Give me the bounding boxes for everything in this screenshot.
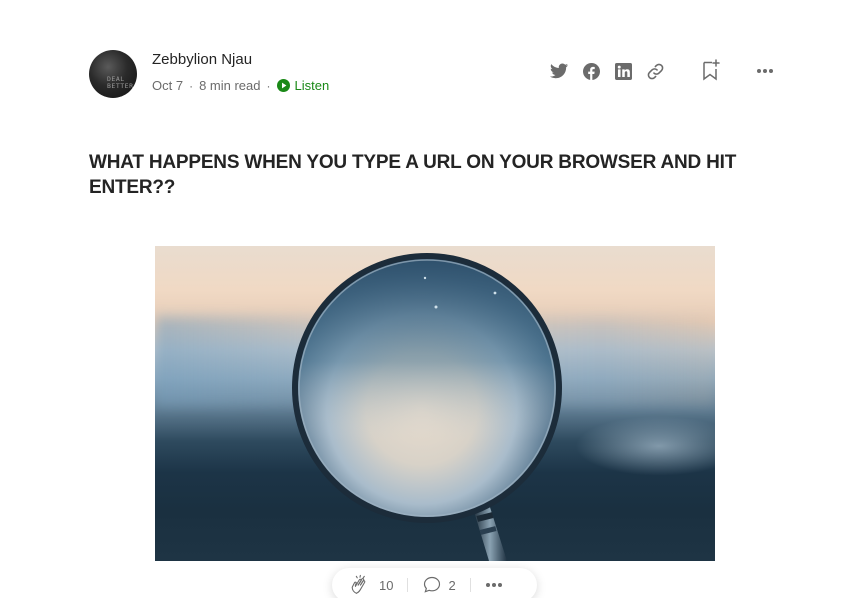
article-page: DEAL BETTER Zebbylion Njau Oct 7 · 8 min… — [0, 0, 861, 598]
divider — [407, 578, 409, 592]
read-time: 8 min read — [199, 78, 261, 93]
avatar-logo-text: DEAL BETTER — [107, 75, 134, 90]
clap-bar: 10 2 — [332, 568, 537, 598]
meta-separator: · — [189, 78, 194, 93]
hero-image — [155, 246, 715, 561]
twitter-icon[interactable] — [548, 60, 570, 82]
divider — [469, 578, 471, 592]
avatar[interactable]: DEAL BETTER — [89, 50, 137, 98]
play-icon — [276, 79, 290, 92]
clap-button[interactable]: 10 — [349, 574, 393, 596]
more-options-icon[interactable] — [485, 582, 503, 588]
listen-label: Listen — [294, 78, 330, 93]
listen-button[interactable]: Listen — [276, 78, 330, 93]
post-meta: Oct 7 · 8 min read · Listen — [152, 78, 329, 93]
author-block: DEAL BETTER Zebbylion Njau Oct 7 · 8 min… — [89, 50, 329, 98]
bookmark-add-icon[interactable] — [700, 59, 722, 81]
magnifying-glass-icon — [292, 253, 562, 561]
post-date: Oct 7 — [152, 78, 184, 93]
author-meta: Zebbylion Njau Oct 7 · 8 min read · List… — [152, 51, 329, 93]
link-icon[interactable] — [644, 60, 666, 82]
share-bar — [548, 60, 676, 82]
clap-count: 10 — [379, 577, 394, 593]
article-title: WHAT HAPPENS WHEN YOU TYPE A URL ON YOUR… — [89, 152, 737, 198]
more-icon[interactable] — [754, 60, 776, 82]
meta-separator: · — [266, 78, 271, 93]
linkedin-icon[interactable] — [612, 60, 634, 82]
facebook-icon[interactable] — [580, 60, 602, 82]
clap-icon — [351, 574, 366, 594]
author-name[interactable]: Zebbylion Njau — [152, 51, 329, 68]
comment-icon — [424, 576, 441, 593]
response-count: 2 — [448, 577, 456, 593]
responses-button[interactable]: 2 — [422, 575, 456, 595]
